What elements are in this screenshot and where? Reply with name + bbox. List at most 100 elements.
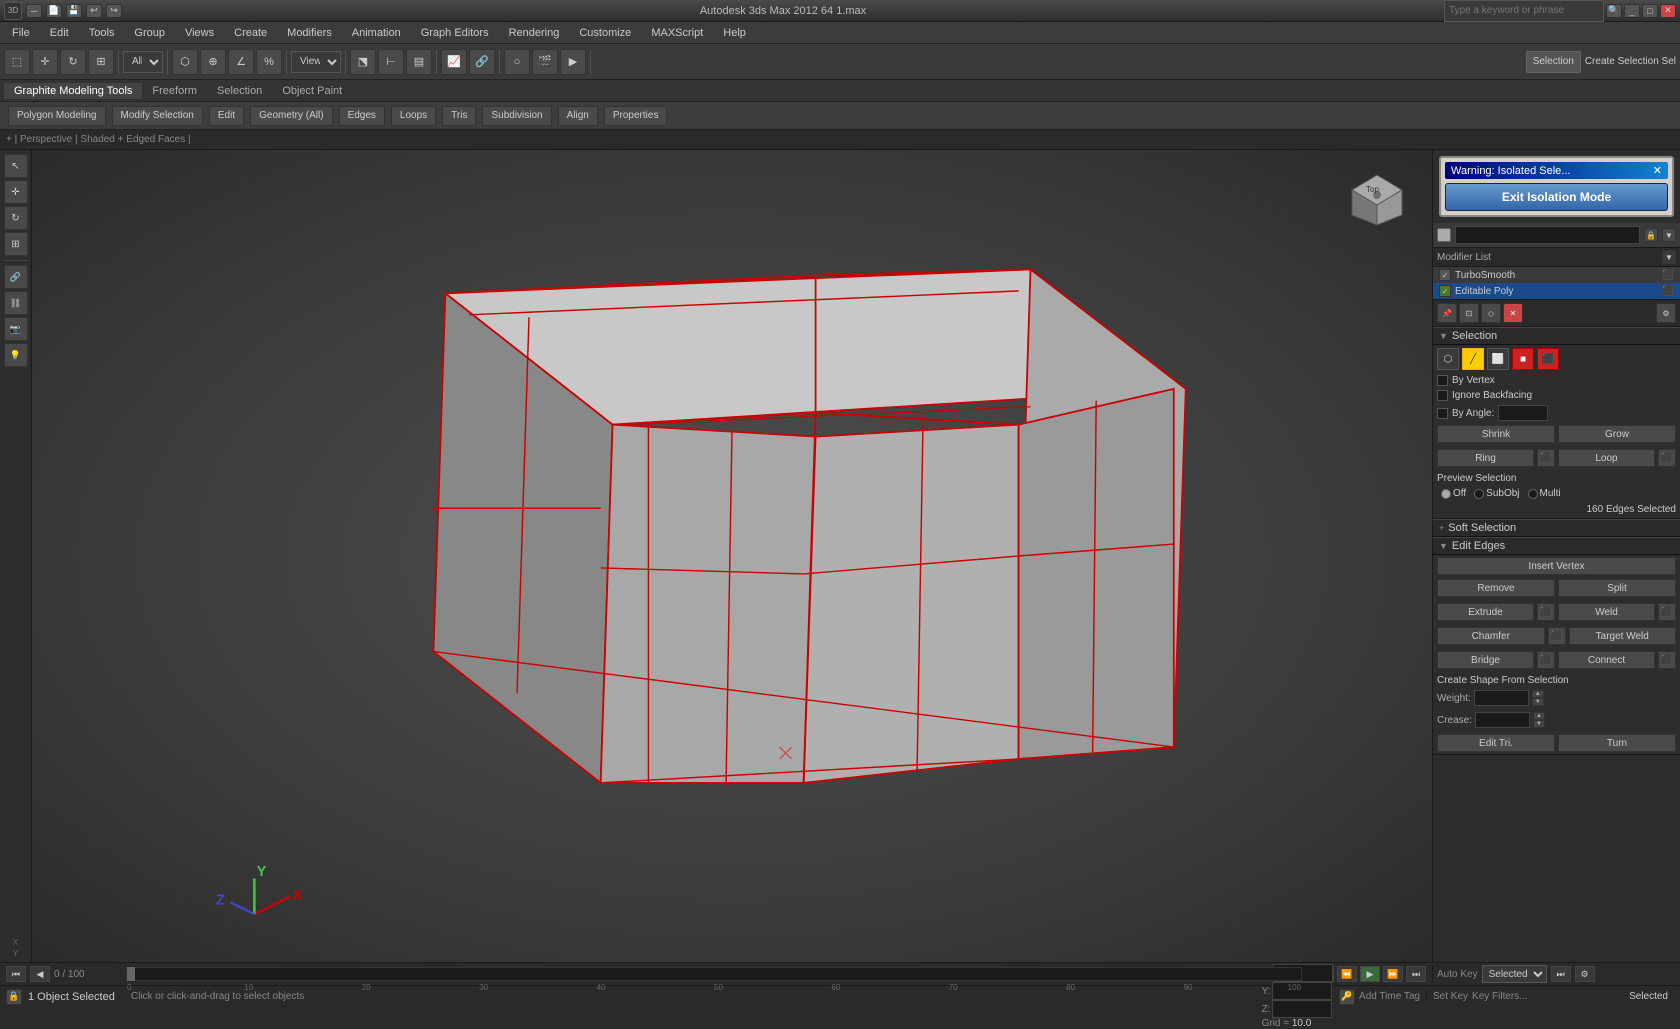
extrude-button[interactable]: Extrude	[1437, 603, 1534, 621]
go-to-end-icon[interactable]: ⏭	[1406, 966, 1426, 982]
prev-frame-btn[interactable]: ⏪	[1337, 966, 1357, 982]
weld-settings-icon[interactable]: ⬛	[1658, 603, 1676, 621]
crease-input[interactable]: 0.0	[1475, 712, 1530, 728]
weight-up-icon[interactable]: ▲	[1532, 690, 1544, 698]
ribbon-item-loops[interactable]: Loops	[391, 106, 436, 126]
menu-item-rendering[interactable]: Rendering	[505, 25, 564, 41]
camera-tool[interactable]: 📷	[4, 317, 28, 341]
preview-off-option[interactable]: Off	[1441, 488, 1466, 499]
menu-item-file[interactable]: File	[8, 25, 34, 41]
z-coord-input[interactable]	[1272, 1000, 1332, 1018]
menu-item-maxscript[interactable]: MAXScript	[647, 25, 707, 41]
object-settings-icon[interactable]: ▼	[1662, 228, 1676, 242]
ribbon-tab-1[interactable]: Freeform	[142, 83, 207, 99]
ribbon-item-modify-selection[interactable]: Modify Selection	[112, 106, 203, 126]
element-icon[interactable]: ⬛	[1537, 348, 1559, 370]
ribbon-item-edit[interactable]: Edit	[209, 106, 244, 126]
split-button[interactable]: Split	[1558, 579, 1676, 597]
modifier-active-check[interactable]: ✓	[1439, 285, 1451, 297]
minimize-icon[interactable]: ─	[26, 4, 42, 18]
save-icon[interactable]: 💾	[66, 4, 82, 18]
soft-selection-header[interactable]: + Soft Selection	[1433, 519, 1680, 537]
timeline-thumb[interactable]	[127, 967, 135, 981]
redo-icon[interactable]: ↪	[106, 4, 122, 18]
file-icon[interactable]: 📄	[46, 4, 62, 18]
snap-toggle[interactable]: ⊕	[200, 49, 226, 75]
selected-dropdown[interactable]: Selected	[1482, 965, 1547, 983]
schematic-view[interactable]: 🔗	[469, 49, 495, 75]
by-vertex-checkbox[interactable]	[1437, 375, 1448, 386]
menu-item-animation[interactable]: Animation	[348, 25, 405, 41]
create-selection-button[interactable]: Selection	[1526, 51, 1581, 73]
grow-button[interactable]: Grow	[1558, 425, 1676, 443]
modifier-dropdown-icon[interactable]: ▼	[1662, 250, 1676, 264]
modifier-check-icon[interactable]: ✓	[1439, 269, 1451, 281]
layer-manager[interactable]: ▤	[406, 49, 432, 75]
lock-icon[interactable]: 🔒	[6, 989, 22, 1005]
loop-button[interactable]: Loop	[1558, 449, 1655, 467]
prev-frame-icon[interactable]: ⏮	[6, 966, 26, 982]
object-lock-icon[interactable]: 🔒	[1644, 228, 1658, 242]
ribbon-tab-3[interactable]: Object Paint	[272, 83, 352, 99]
search-icon[interactable]: 🔍	[1606, 4, 1622, 18]
select-filter-icon[interactable]: ⬡	[172, 49, 198, 75]
link-tool[interactable]: 🔗	[4, 265, 28, 289]
ribbon-item-tris[interactable]: Tris	[442, 106, 476, 126]
preview-subobj-option[interactable]: SubObj	[1474, 488, 1519, 499]
crease-down-icon[interactable]: ▼	[1533, 720, 1545, 728]
ribbon-item-subdivision[interactable]: Subdivision	[482, 106, 551, 126]
modifier-turbosmooh[interactable]: ✓ TurboSmooth ⬛	[1433, 267, 1680, 283]
play-button[interactable]: ▶	[1360, 966, 1380, 982]
loop-settings-icon[interactable]: ⬛	[1658, 449, 1676, 467]
chamfer-settings-icon[interactable]: ⬛	[1548, 627, 1566, 645]
ribbon-tab-0[interactable]: Graphite Modeling Tools	[4, 83, 142, 99]
undo-icon[interactable]: ↩	[86, 4, 102, 18]
ribbon-tab-2[interactable]: Selection	[207, 83, 272, 99]
material-editor[interactable]: ○	[504, 49, 530, 75]
timeline-track[interactable]: 0 10 20 30 40 50 60 70 80 90 100	[126, 967, 1302, 981]
ribbon-item-edges[interactable]: Edges	[339, 106, 385, 126]
reference-dropdown[interactable]: All	[123, 51, 163, 73]
ribbon-item-geometry-all[interactable]: Geometry (All)	[250, 106, 332, 126]
connect-settings-icon[interactable]: ⬛	[1658, 651, 1676, 669]
shrink-button[interactable]: Shrink	[1437, 425, 1555, 443]
select-tool[interactable]: ⬚	[4, 49, 30, 75]
edge-icon[interactable]: ╱	[1462, 348, 1484, 370]
menu-item-graph editors[interactable]: Graph Editors	[417, 25, 493, 41]
menu-item-views[interactable]: Views	[181, 25, 218, 41]
percent-snap[interactable]: %	[256, 49, 282, 75]
rotate-tool-left[interactable]: ↻	[4, 206, 28, 230]
remove-modifier-icon[interactable]: ✕	[1503, 303, 1523, 323]
connect-button[interactable]: Connect	[1558, 651, 1655, 669]
ribbon-item-align[interactable]: Align	[558, 106, 598, 126]
search-input[interactable]	[1444, 0, 1604, 22]
warning-close-icon[interactable]: ✕	[1653, 164, 1662, 177]
select-object-tool[interactable]: ↖	[4, 154, 28, 178]
window-minimize-icon[interactable]: _	[1624, 4, 1640, 18]
next-frame-btn[interactable]: ⏩	[1383, 966, 1403, 982]
prev-key-icon[interactable]: ◀	[30, 966, 50, 982]
turn-button[interactable]: Turn	[1558, 734, 1676, 752]
preview-multi-option[interactable]: Multi	[1528, 488, 1561, 499]
window-close-icon[interactable]: ✕	[1660, 4, 1676, 18]
scale-tool-left[interactable]: ⊞	[4, 232, 28, 256]
ignore-backfacing-checkbox[interactable]	[1437, 390, 1448, 401]
weight-input[interactable]: 1.0	[1474, 690, 1529, 706]
bridge-settings-icon[interactable]: ⬛	[1537, 651, 1555, 669]
insert-vertex-button[interactable]: Insert Vertex	[1437, 557, 1676, 575]
edit-tri-button[interactable]: Edit Tri.	[1437, 734, 1555, 752]
crease-up-icon[interactable]: ▲	[1533, 712, 1545, 720]
key-mode-icon[interactable]: ⏭	[1551, 966, 1571, 982]
target-weld-button[interactable]: Target Weld	[1569, 627, 1677, 645]
selection-section-header[interactable]: ▼ Selection	[1433, 327, 1680, 345]
ring-settings-icon[interactable]: ⬛	[1537, 449, 1555, 467]
menu-item-create[interactable]: Create	[230, 25, 271, 41]
menu-item-group[interactable]: Group	[130, 25, 169, 41]
remove-button[interactable]: Remove	[1437, 579, 1555, 597]
menu-item-customize[interactable]: Customize	[575, 25, 635, 41]
vertex-icon[interactable]: ⬡	[1437, 348, 1459, 370]
weight-down-icon[interactable]: ▼	[1532, 698, 1544, 706]
exit-isolation-button[interactable]: Exit Isolation Mode	[1445, 183, 1668, 211]
weld-button[interactable]: Weld	[1558, 603, 1655, 621]
ribbon-item-polygon-modeling[interactable]: Polygon Modeling	[8, 106, 106, 126]
